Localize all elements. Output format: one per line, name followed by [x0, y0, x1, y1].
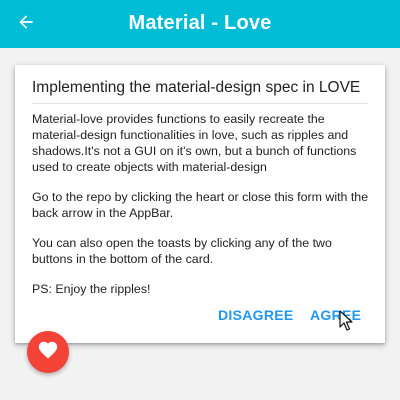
- disagree-button[interactable]: DISAGREE: [218, 303, 294, 327]
- card-paragraph: You can also open the toasts by clicking…: [32, 236, 332, 266]
- heart-icon: [37, 339, 59, 366]
- app-bar: Material - Love: [0, 0, 400, 48]
- card-body: Material-love provides functions to easi…: [32, 111, 374, 311]
- card-paragraph: PS: Enjoy the ripples!: [32, 282, 151, 296]
- card-paragraph: Material-love provides functions to easi…: [32, 112, 357, 174]
- card-title: Implementing the material-design spec in…: [32, 79, 368, 104]
- agree-button[interactable]: AGREE: [310, 303, 361, 327]
- info-card: Implementing the material-design spec in…: [15, 65, 385, 343]
- card-paragraph: Go to the repo by clicking the heart or …: [32, 190, 369, 220]
- heart-fab-button[interactable]: [27, 331, 69, 373]
- card-actions: DISAGREE AGREE: [15, 303, 385, 327]
- app-title: Material - Love: [128, 12, 272, 34]
